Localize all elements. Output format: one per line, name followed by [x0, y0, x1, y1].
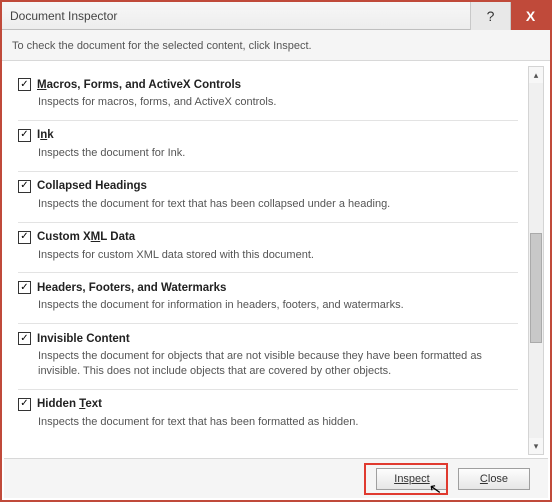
- scroll-up-arrow-icon[interactable]: ▴: [529, 67, 543, 83]
- option-checkbox[interactable]: ✓: [18, 180, 31, 193]
- inspector-option: ✓ Macros, Forms, and ActiveX Controls Insp…: [18, 70, 518, 121]
- scroll-thumb[interactable]: [530, 233, 542, 343]
- option-description: Inspects the document for information in…: [38, 298, 518, 313]
- option-title[interactable]: Headers, Footers, and Watermarks: [37, 282, 226, 294]
- inspector-option: ✓ Collapsed Headings Inspects the document…: [18, 172, 518, 223]
- option-checkbox[interactable]: ✓: [18, 398, 31, 411]
- option-checkbox[interactable]: ✓: [18, 231, 31, 244]
- content-area: ✓ Macros, Forms, and ActiveX Controls Insp…: [2, 61, 550, 459]
- help-button[interactable]: ?: [470, 2, 510, 30]
- inspector-option: ✓ Hidden Text Inspects the document for te…: [18, 390, 518, 440]
- instruction-text: To check the document for the selected c…: [2, 30, 550, 61]
- inspector-option: ✓ Invisible Content Inspects the document …: [18, 324, 518, 390]
- titlebar: Document Inspector ? X: [2, 2, 550, 30]
- option-description: Inspects the document for Ink.: [38, 146, 518, 161]
- option-checkbox[interactable]: ✓: [18, 332, 31, 345]
- inspector-option: ✓ Ink Inspects the document for Ink.: [18, 121, 518, 172]
- option-description: Inspects for custom XML data stored with…: [38, 248, 518, 263]
- option-checkbox[interactable]: ✓: [18, 129, 31, 142]
- scroll-down-arrow-icon[interactable]: ▾: [529, 438, 543, 454]
- option-title[interactable]: Custom XML Data: [37, 231, 135, 243]
- window-title: Document Inspector: [2, 9, 470, 23]
- close-button[interactable]: Close: [458, 468, 530, 490]
- option-checkbox[interactable]: ✓: [18, 78, 31, 91]
- close-window-button[interactable]: X: [510, 2, 550, 30]
- option-title[interactable]: Macros, Forms, and ActiveX Controls: [37, 79, 241, 91]
- option-description: Inspects the document for text that has …: [38, 415, 518, 430]
- option-description: Inspects for macros, forms, and ActiveX …: [38, 95, 518, 110]
- option-title[interactable]: Invisible Content: [37, 333, 130, 345]
- inspect-button[interactable]: Inspect: [376, 468, 448, 490]
- option-title[interactable]: Ink: [37, 129, 54, 141]
- option-description: Inspects the document for text that has …: [38, 197, 518, 212]
- option-checkbox[interactable]: ✓: [18, 281, 31, 294]
- option-title[interactable]: Collapsed Headings: [37, 180, 147, 192]
- option-description: Inspects the document for objects that a…: [38, 349, 518, 379]
- inspector-option: ✓ Custom XML Data Inspects for custom XML …: [18, 223, 518, 274]
- option-title[interactable]: Hidden Text: [37, 398, 102, 410]
- vertical-scrollbar[interactable]: ▴ ▾: [528, 66, 544, 455]
- options-list: ✓ Macros, Forms, and ActiveX Controls Insp…: [10, 66, 526, 455]
- scroll-track[interactable]: [529, 83, 543, 438]
- inspector-option: ✓ Headers, Footers, and Watermarks Inspect…: [18, 273, 518, 324]
- dialog-button-row: Inspect Close: [4, 458, 548, 498]
